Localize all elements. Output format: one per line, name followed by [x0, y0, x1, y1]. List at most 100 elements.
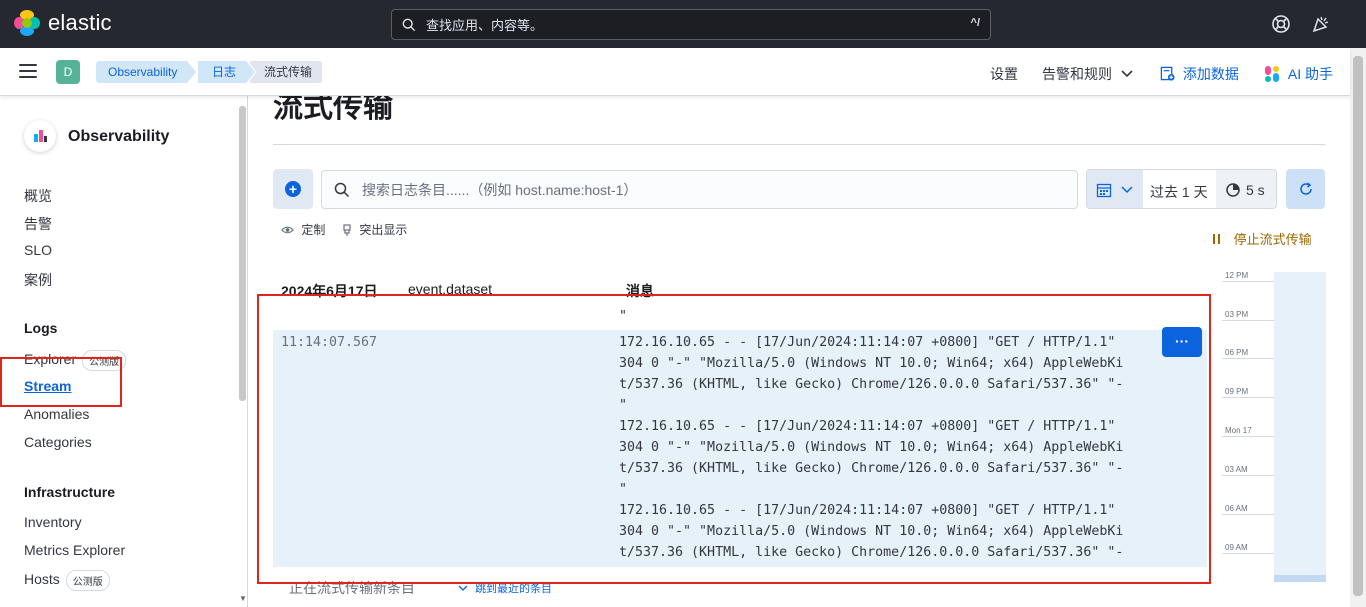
- log-query-input[interactable]: 搜索日志条目......（例如 host.name:host-1）: [321, 170, 1078, 209]
- nav-item-explorer[interactable]: Explorer 公测版: [24, 350, 127, 371]
- plus-icon: +: [285, 181, 301, 197]
- side-navigation: Observability 概览 告警 SLO 案例 Logs Explorer…: [0, 96, 248, 607]
- query-placeholder: 搜索日志条目......（例如 host.name:host-1）: [362, 181, 638, 198]
- elastic-logo-icon: [14, 10, 40, 36]
- breadcrumb-logs[interactable]: 日志: [198, 61, 258, 83]
- minimap-divider: [1222, 553, 1274, 554]
- log-message-fragment: ": [619, 309, 628, 324]
- brand-name: elastic: [48, 10, 112, 35]
- nav-item-overview[interactable]: 概览: [24, 186, 52, 206]
- highlight-label: 突出显示: [359, 223, 408, 237]
- page-scrollbar-thumb[interactable]: [1353, 56, 1363, 596]
- breadcrumb-bar: D Observability 日志 流式传输 设置 告警和规则 添加数据 AI…: [0, 48, 1350, 96]
- nav-item-cases[interactable]: 案例: [24, 270, 52, 290]
- nav-item-inventory[interactable]: Inventory: [24, 514, 82, 530]
- calendar-icon: [1096, 183, 1112, 198]
- streaming-status: 正在流式传输新条目: [289, 580, 415, 596]
- nav-item-label: Explorer: [24, 351, 77, 368]
- minimap-tick: 12 PM: [1225, 272, 1249, 280]
- add-filter-button[interactable]: +: [273, 169, 313, 209]
- alerts-rules-menu[interactable]: 告警和规则: [1042, 64, 1134, 84]
- column-header-timestamp[interactable]: 2024年6月17日: [281, 281, 378, 301]
- breadcrumb-observability[interactable]: Observability: [96, 61, 199, 83]
- add-data-label: 添加数据: [1182, 66, 1239, 82]
- log-message: 172.16.10.65 - - [17/Jun/2024:11:14:07 +…: [619, 503, 1124, 560]
- minimap-divider: [1222, 475, 1274, 476]
- minimap-divider: [1222, 320, 1274, 321]
- chevron-down-icon: [1121, 186, 1133, 194]
- scroll-down-arrow-icon[interactable]: ▼: [239, 594, 247, 603]
- nav-section-infrastructure: Infrastructure: [24, 484, 116, 500]
- stop-streaming-button[interactable]: 停止流式传输: [1212, 229, 1312, 248]
- ai-assistant-label: AI 助手: [1287, 66, 1334, 82]
- observability-logo-icon: [24, 120, 56, 152]
- nav-item-alerts[interactable]: 告警: [24, 214, 52, 234]
- refresh-interval-value: 5 s: [1246, 182, 1265, 198]
- nav-item-hosts[interactable]: Hosts 公测版: [24, 570, 110, 591]
- minimap-tick: Mon 17: [1225, 426, 1252, 435]
- breadcrumb-label: 流式传输: [264, 65, 313, 79]
- beta-badge: 公测版: [65, 570, 110, 591]
- minimap-tick: 06 PM: [1225, 348, 1249, 357]
- row-actions-button[interactable]: ···: [1162, 327, 1202, 357]
- chevron-down-icon: [458, 585, 468, 591]
- solution-title: Observability: [68, 128, 170, 145]
- search-icon: [402, 18, 416, 31]
- chevron-down-icon: [1121, 70, 1133, 78]
- nav-item-slo[interactable]: SLO: [24, 242, 52, 258]
- pause-icon: [1213, 234, 1220, 244]
- search-placeholder: 查找应用、内容等。: [426, 18, 544, 33]
- nav-item-stream[interactable]: Stream: [24, 378, 71, 394]
- nav-item-anomalies[interactable]: Anomalies: [24, 406, 89, 422]
- eye-icon: [281, 226, 294, 234]
- global-search-input[interactable]: 查找应用、内容等。 ^/: [391, 9, 991, 40]
- jump-to-latest-label: 跳到最近的条目: [475, 583, 553, 595]
- minimap-tick: 06 AM: [1225, 504, 1248, 513]
- ai-assistant-button[interactable]: AI 助手: [1265, 64, 1333, 84]
- menu-toggle-icon[interactable]: [19, 64, 37, 78]
- sidenav-scrollbar[interactable]: [239, 106, 246, 401]
- help-icon[interactable]: [1271, 14, 1291, 34]
- date-picker: 过去 1 天 5 s: [1086, 169, 1277, 209]
- highlight-button[interactable]: 突出显示: [342, 221, 407, 238]
- space-avatar[interactable]: D: [56, 60, 80, 84]
- log-timestamp: 11:14:07.567: [281, 335, 378, 350]
- nav-item-label: Hosts: [24, 571, 60, 588]
- alerts-rules-label: 告警和规则: [1042, 66, 1112, 82]
- minimap-tick: 03 AM: [1225, 465, 1248, 474]
- stop-streaming-label: 停止流式传输: [1233, 232, 1312, 247]
- top-header: elastic 查找应用、内容等。 ^/: [0, 0, 1366, 48]
- minimap-divider: [1222, 397, 1274, 398]
- nav-item-metrics-explorer[interactable]: Metrics Explorer: [24, 542, 125, 558]
- minimap-highlight: [1274, 575, 1326, 582]
- settings-link[interactable]: 设置: [990, 64, 1018, 84]
- add-data-link[interactable]: 添加数据: [1160, 64, 1239, 84]
- title-divider: [273, 144, 1325, 145]
- refresh-icon: [1300, 182, 1312, 195]
- column-header-dataset[interactable]: event.dataset: [408, 281, 492, 297]
- beta-badge: 公测版: [82, 350, 127, 371]
- highlighter-icon: [343, 224, 351, 236]
- ai-assistant-icon: [1265, 66, 1279, 82]
- refresh-interval-button[interactable]: 5 s: [1216, 170, 1276, 208]
- minimap-tick: 03 PM: [1225, 310, 1249, 319]
- quick-select-button[interactable]: [1087, 170, 1143, 208]
- refresh-interval-icon: [1226, 183, 1240, 197]
- breadcrumb-label: Observability: [108, 65, 178, 79]
- time-range-label[interactable]: 过去 1 天: [1150, 182, 1208, 202]
- customize-button[interactable]: 定制: [281, 221, 325, 238]
- news-feed-icon[interactable]: [1311, 14, 1331, 34]
- breadcrumb-label: 日志: [212, 65, 237, 79]
- elastic-logo[interactable]: elastic: [14, 10, 112, 36]
- add-data-icon: [1160, 66, 1175, 81]
- search-icon: [334, 182, 350, 197]
- column-header-message[interactable]: 消息: [626, 281, 654, 301]
- nav-section-logs: Logs: [24, 320, 58, 336]
- nav-item-categories[interactable]: Categories: [24, 434, 92, 450]
- refresh-button[interactable]: [1286, 169, 1325, 209]
- minimap-divider: [1222, 514, 1274, 515]
- jump-to-latest-link[interactable]: 跳到最近的条目: [458, 580, 552, 596]
- log-minimap[interactable]: 12 PM 03 PM 06 PM 09 PM Mon 17 03 AM 06 …: [1222, 272, 1326, 582]
- page-scrollbar[interactable]: [1350, 48, 1366, 607]
- minimap-tick: 09 AM: [1225, 543, 1248, 552]
